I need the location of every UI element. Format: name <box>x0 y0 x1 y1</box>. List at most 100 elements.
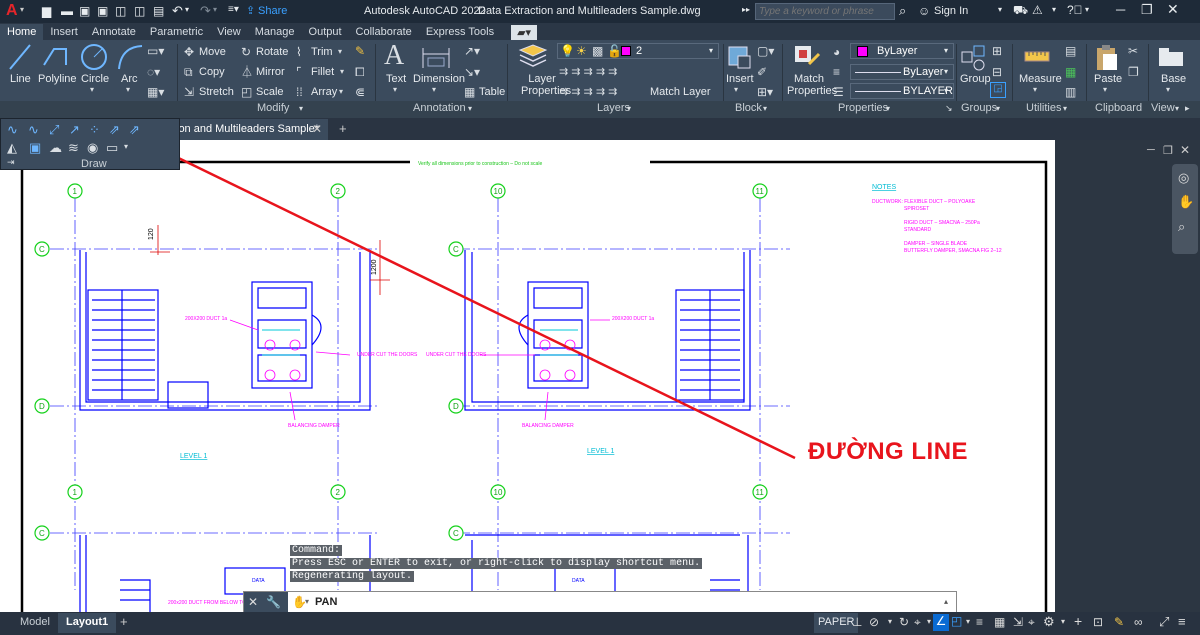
tab-insert[interactable]: Insert <box>43 24 85 40</box>
utilities-panel-title[interactable]: Utilities <box>1026 102 1061 116</box>
user-icon[interactable]: ☺ <box>918 4 930 18</box>
minimize-icon[interactable]: ─ <box>1116 2 1125 17</box>
arc-icon[interactable] <box>116 43 144 71</box>
table-button[interactable]: Table <box>479 86 505 98</box>
group-edit-icon[interactable]: ⊟ <box>992 66 1002 78</box>
paste-dropdown-icon[interactable]: ▾ <box>1103 86 1107 94</box>
array-icon[interactable]: ⁞⁞ <box>296 86 303 98</box>
color-dropdown[interactable]: ByLayer ▾ <box>850 43 954 59</box>
polygon-dropdown-icon[interactable]: ▾ <box>124 143 128 151</box>
mirror-icon[interactable]: ⏃ <box>241 66 253 78</box>
view-panel-title[interactable]: View <box>1151 102 1175 116</box>
isometric-drafting-icon[interactable]: ∠ <box>933 614 949 631</box>
calculator-icon[interactable]: ▦ <box>1065 66 1076 78</box>
share-icon[interactable]: ⇪ <box>246 4 255 17</box>
group-select-icon[interactable]: ◲ <box>990 82 1006 98</box>
array-dropdown-icon[interactable]: ▾ <box>339 88 343 96</box>
command-close-icon[interactable]: ✕ <box>248 595 258 609</box>
donut-icon[interactable]: ◉ <box>87 141 98 154</box>
table-icon[interactable]: ▦ <box>464 86 475 98</box>
offset-icon[interactable]: ⋐ <box>355 86 365 98</box>
ribbon-minimize-icon[interactable]: ▸ <box>1185 104 1190 113</box>
explode-icon[interactable]: ⧠ <box>355 66 365 78</box>
annotation-panel-arrow-icon[interactable]: ▾ <box>468 105 472 113</box>
text-icon[interactable]: A <box>384 42 404 70</box>
pin-panel-icon[interactable]: ⇥ <box>7 158 15 167</box>
new-layout-icon[interactable]: + <box>120 614 128 629</box>
redo-dropdown-icon[interactable]: ▾ <box>213 5 217 14</box>
drawing-canvas[interactable]: Verify all dimensions prior to construct… <box>0 140 1200 612</box>
helix-icon[interactable]: ≋ <box>68 141 79 154</box>
units-icon[interactable]: ⊡ <box>1093 615 1103 629</box>
polygon-icon[interactable]: ▭ <box>106 141 118 154</box>
group-icon[interactable] <box>960 44 988 72</box>
quick-select-icon[interactable]: ▤ <box>1065 45 1076 57</box>
plot-icon[interactable]: ▤ <box>153 4 164 18</box>
match-layer-button[interactable]: Match Layer <box>650 86 711 98</box>
text-dropdown-icon[interactable]: ▾ <box>393 86 397 94</box>
viewport-restore-icon[interactable]: ❐ <box>1163 144 1173 157</box>
selection-cycling-icon[interactable]: ⇲ <box>1013 615 1023 629</box>
snap-mode-icon[interactable]: ⊘ <box>869 615 879 629</box>
match-properties-icon[interactable] <box>793 44 821 68</box>
color-wheel-icon[interactable]: ◕ <box>833 46 840 58</box>
trim-dropdown-icon[interactable]: ▾ <box>338 48 342 56</box>
lineweight-dropdown[interactable]: BYLAYER ▾ <box>850 83 954 99</box>
customize-qat-icon[interactable]: ≡▾ <box>228 4 239 15</box>
isolate-objects-icon[interactable]: ∞ <box>1134 615 1143 629</box>
circle-icon[interactable] <box>80 43 108 71</box>
workspace-gear-icon[interactable]: ⚙ <box>1043 614 1055 630</box>
properties-panel-title[interactable]: Properties <box>838 102 888 116</box>
revision-cloud-icon[interactable]: ☁ <box>49 141 62 154</box>
scale-icon[interactable]: ◰ <box>241 86 252 98</box>
insert-button[interactable]: Insert <box>726 73 754 85</box>
arc-button[interactable]: Arc <box>121 73 138 85</box>
document-tab[interactable]: ion and Multileaders Sample* ✕ <box>170 119 328 140</box>
command-line[interactable]: ✕ 🔧 ✋ ▾ PAN ▴ <box>243 591 957 613</box>
tab-annotate[interactable]: Annotate <box>85 24 143 40</box>
block-attr-icon[interactable]: ⊞▾ <box>757 86 773 98</box>
text-button[interactable]: Text <box>386 73 406 85</box>
annotation-scale-icon[interactable]: ⌖ <box>1028 615 1035 630</box>
command-recent-dropdown-icon[interactable]: ▾ <box>305 597 309 606</box>
modify-panel-arrow-icon[interactable]: ▾ <box>299 105 303 113</box>
measure-icon[interactable] <box>1024 48 1050 66</box>
layout1-tab[interactable]: Layout1 <box>58 613 117 633</box>
copy-icon[interactable]: ⧉ <box>184 66 193 78</box>
layer-tools-row1-icon[interactable]: ⇉ ⇉ ⇉ ⇉ ⇉ <box>559 67 617 78</box>
multiple-points-icon[interactable]: ⁘ <box>89 123 100 136</box>
id-point-icon[interactable]: ▥ <box>1065 86 1076 98</box>
dimension-icon[interactable] <box>420 44 452 70</box>
block-create-icon[interactable]: ▢▾ <box>757 45 774 57</box>
block-panel-arrow-icon[interactable]: ▾ <box>763 105 767 113</box>
osnap-dropdown-icon[interactable]: ▾ <box>966 617 970 626</box>
lineweight-display-icon[interactable]: ≡ <box>976 615 983 629</box>
ribbon-options-icon[interactable]: ▰▾ <box>511 25 538 40</box>
close-icon[interactable]: ✕ <box>1167 1 1179 18</box>
workspace-dropdown-icon[interactable]: ▾ <box>1061 617 1065 626</box>
groups-panel-arrow-icon[interactable]: ▾ <box>996 105 1000 113</box>
tab-manage[interactable]: Manage <box>248 24 302 40</box>
circle-dropdown-icon[interactable]: ▾ <box>90 86 94 94</box>
autocad-logo-icon[interactable]: A <box>6 2 18 20</box>
properties-panel-arrow-icon[interactable]: ▾ <box>886 105 890 113</box>
wipeout-icon[interactable]: ▣ <box>29 141 41 154</box>
lineweight-dropdown-arrow-icon[interactable]: ▾ <box>944 86 948 95</box>
tab-parametric[interactable]: Parametric <box>143 24 210 40</box>
insert-dropdown-icon[interactable]: ▾ <box>734 86 738 94</box>
help-dropdown-icon[interactable]: ▾ <box>1085 5 1089 14</box>
new-tab-icon[interactable]: + <box>339 121 347 136</box>
line-icon[interactable] <box>8 43 32 71</box>
scale-button[interactable]: Scale <box>256 86 284 98</box>
stretch-button[interactable]: Stretch <box>199 86 234 98</box>
arc-dropdown-icon[interactable]: ▾ <box>126 86 130 94</box>
dimension-dropdown-icon[interactable]: ▾ <box>432 86 436 94</box>
document-tab-close-icon[interactable]: ✕ <box>312 122 322 136</box>
ray-icon[interactable]: ↗ <box>69 123 80 136</box>
groups-panel-title[interactable]: Groups <box>961 102 997 116</box>
app-dropdown-icon[interactable]: ▾ <box>1052 5 1056 14</box>
mirror-button[interactable]: Mirror <box>256 66 285 78</box>
cut-icon[interactable]: ✂ <box>1128 45 1138 57</box>
block-panel-title[interactable]: Block <box>735 102 762 116</box>
linetype-icon[interactable]: ≡ <box>833 66 840 78</box>
